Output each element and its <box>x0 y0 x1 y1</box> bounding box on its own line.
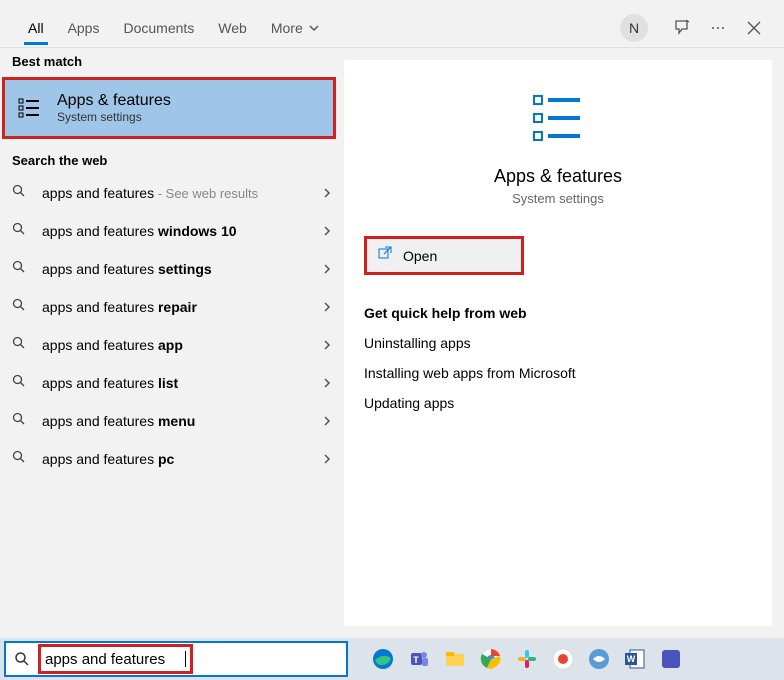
search-icon <box>12 260 30 279</box>
teams-icon[interactable]: T <box>404 644 434 674</box>
search-web-label: Search the web <box>0 147 344 174</box>
web-result-text: apps and features pc <box>42 451 322 467</box>
web-result-text: apps and features - See web results <box>42 185 322 201</box>
open-button-label: Open <box>403 248 437 264</box>
tab-all[interactable]: All <box>16 12 56 44</box>
taskbar-search[interactable] <box>4 641 348 677</box>
chevron-right-icon <box>322 337 332 353</box>
search-icon <box>12 184 30 203</box>
preview-sub: System settings <box>364 191 752 206</box>
web-result-text: apps and features menu <box>42 413 322 429</box>
help-link[interactable]: Installing web apps from Microsoft <box>364 365 752 381</box>
web-result-item[interactable]: apps and features list <box>0 364 344 402</box>
app-icon-2[interactable] <box>584 644 614 674</box>
chevron-down-icon <box>309 23 319 33</box>
filter-tabs: All Apps Documents Web More N <box>0 0 784 48</box>
web-result-text: apps and features settings <box>42 261 322 277</box>
explorer-icon[interactable] <box>440 644 470 674</box>
taskbar-icons: T W <box>352 644 686 674</box>
search-icon <box>12 450 30 469</box>
tab-documents[interactable]: Documents <box>111 12 206 44</box>
user-avatar[interactable]: N <box>620 14 648 42</box>
tab-more[interactable]: More <box>259 12 331 44</box>
chrome-icon[interactable] <box>476 644 506 674</box>
edge-icon[interactable] <box>368 644 398 674</box>
search-icon <box>12 222 30 241</box>
best-match-label: Best match <box>0 48 344 75</box>
search-icon <box>12 374 30 393</box>
search-icon <box>12 412 30 431</box>
chevron-right-icon <box>322 185 332 201</box>
search-input-highlight <box>38 644 193 674</box>
web-result-item[interactable]: apps and features - See web results <box>0 174 344 212</box>
chevron-right-icon <box>322 261 332 277</box>
chevron-right-icon <box>322 223 332 239</box>
web-result-item[interactable]: apps and features app <box>0 326 344 364</box>
web-result-item[interactable]: apps and features settings <box>0 250 344 288</box>
search-icon <box>12 298 30 317</box>
help-link[interactable]: Uninstalling apps <box>364 335 752 351</box>
open-external-icon <box>377 245 393 266</box>
web-result-text: apps and features app <box>42 337 322 353</box>
svg-text:T: T <box>413 655 419 665</box>
text-caret <box>185 651 186 667</box>
app-icon-1[interactable] <box>548 644 578 674</box>
help-section-label: Get quick help from web <box>364 305 752 321</box>
taskbar: T W <box>0 638 784 680</box>
best-match-item[interactable]: Apps & features System settings <box>2 77 336 139</box>
chevron-right-icon <box>322 375 332 391</box>
chevron-right-icon <box>322 413 332 429</box>
web-result-item[interactable]: apps and features windows 10 <box>0 212 344 250</box>
results-pane: Best match Apps & features System settin… <box>0 48 344 638</box>
web-result-item[interactable]: apps and features pc <box>0 440 344 478</box>
more-icon[interactable] <box>704 14 732 42</box>
close-icon[interactable] <box>740 14 768 42</box>
help-link[interactable]: Updating apps <box>364 395 752 411</box>
chevron-right-icon <box>322 451 332 467</box>
list-icon <box>17 94 45 122</box>
slack-icon[interactable] <box>512 644 542 674</box>
svg-text:W: W <box>627 654 636 664</box>
chevron-right-icon <box>322 299 332 315</box>
preview-title: Apps & features <box>364 166 752 187</box>
app-icon-3[interactable] <box>656 644 686 674</box>
tab-apps[interactable]: Apps <box>56 12 112 44</box>
search-icon <box>14 651 30 667</box>
open-button[interactable]: Open <box>364 236 524 275</box>
tab-web[interactable]: Web <box>206 12 259 44</box>
feedback-icon[interactable] <box>668 14 696 42</box>
search-input[interactable] <box>45 651 185 668</box>
best-match-text: Apps & features System settings <box>57 92 171 124</box>
word-icon[interactable]: W <box>620 644 650 674</box>
search-icon <box>12 336 30 355</box>
best-match-title: Apps & features <box>57 92 171 110</box>
web-result-text: apps and features list <box>42 375 322 391</box>
best-match-sub: System settings <box>57 110 171 124</box>
web-result-item[interactable]: apps and features repair <box>0 288 344 326</box>
preview-list-icon <box>364 90 752 146</box>
web-result-text: apps and features repair <box>42 299 322 315</box>
web-result-item[interactable]: apps and features menu <box>0 402 344 440</box>
preview-pane: Apps & features System settings Open Get… <box>344 60 772 626</box>
web-result-text: apps and features windows 10 <box>42 223 322 239</box>
